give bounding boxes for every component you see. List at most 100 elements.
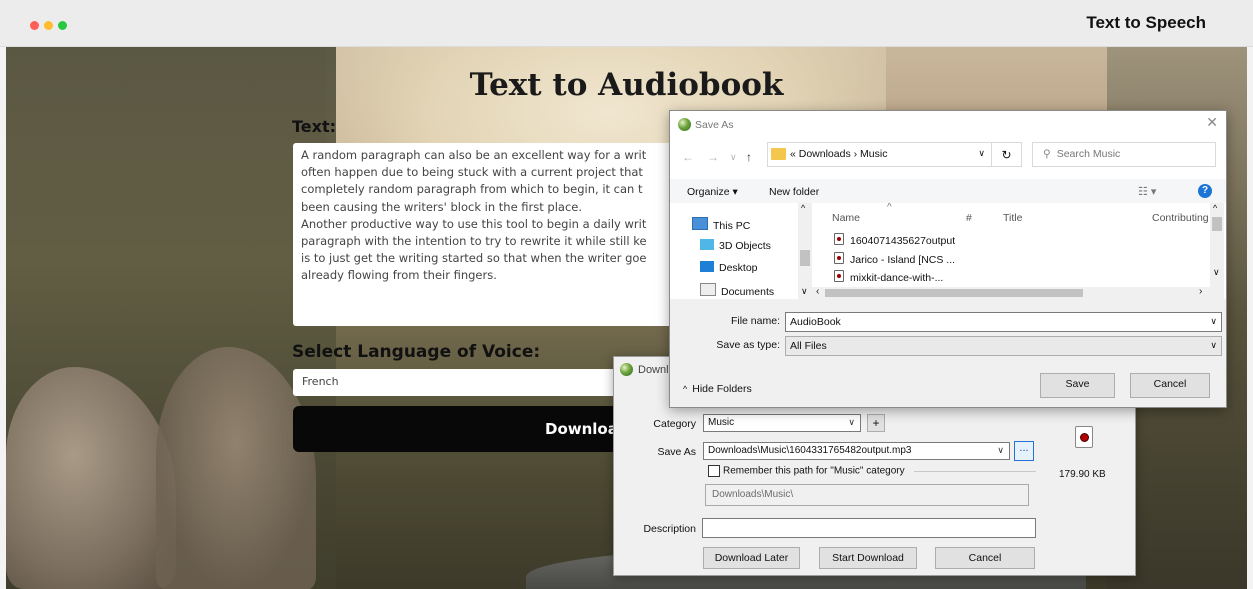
desktop-icon	[700, 261, 714, 272]
text-label: Text:	[292, 117, 337, 136]
sort-up-icon: ^	[887, 203, 892, 213]
file-name-label: File name:	[730, 315, 780, 327]
file-name-value: AudioBook	[790, 316, 841, 328]
view-options-icon[interactable]: ☷ ▾	[1138, 185, 1156, 198]
back-arrow-icon[interactable]: ←	[682, 150, 694, 164]
nav-item-label: This PC	[713, 220, 751, 232]
chevron-down-icon: ∨	[997, 445, 1004, 455]
nav-item-documents[interactable]: Documents	[700, 283, 774, 298]
nav-item-label: 3D Objects	[719, 240, 771, 252]
column-header-name[interactable]: Name	[832, 212, 860, 224]
chevron-down-icon[interactable]: ∨	[1210, 316, 1217, 327]
up-arrow-icon[interactable]: ↑	[746, 150, 752, 164]
browse-button[interactable]: ...	[1014, 441, 1034, 461]
path-field: Downloads\Music\	[705, 484, 1029, 506]
save-as-select[interactable]: Downloads\Music\1604331765482output.mp3 …	[703, 442, 1010, 460]
scrollbar-thumb[interactable]	[1212, 217, 1222, 231]
folder-icon	[771, 148, 786, 160]
description-input[interactable]	[702, 518, 1036, 538]
nav-item-this-pc[interactable]: This PC	[692, 217, 750, 232]
chevron-down-icon[interactable]: ∨	[978, 148, 985, 159]
help-icon[interactable]: ?	[1198, 184, 1212, 198]
search-icon: ⚲	[1043, 148, 1051, 160]
save-as-app-icon	[678, 118, 691, 131]
file-row[interactable]: Jarico - Island [NCS ...	[834, 252, 955, 266]
file-size: 179.90 KB	[1059, 469, 1106, 480]
scroll-down-icon[interactable]: ∨	[801, 286, 808, 297]
file-name: Jarico - Island [NCS ...	[850, 254, 956, 266]
scroll-left-icon[interactable]: ‹	[816, 286, 819, 297]
column-header-title[interactable]: Title	[1003, 212, 1022, 224]
file-row[interactable]: mixkit-dance-with-...	[834, 270, 943, 284]
cancel-button[interactable]: Cancel	[1130, 373, 1210, 398]
computer-icon	[692, 217, 708, 230]
remember-path-option[interactable]: Remember this path for "Music" category	[708, 465, 905, 477]
text-input-area[interactable]: A random paragraph can also be an excell…	[293, 143, 673, 326]
audio-file-icon	[1075, 426, 1093, 448]
chevron-up-icon: ^	[683, 384, 688, 394]
app-title: Text to Speech	[1086, 13, 1206, 32]
download-dialog-title: Downl	[638, 364, 669, 376]
file-row[interactable]: 1604071435627output	[834, 233, 955, 247]
save-options-panel: File name: AudioBook ∨ Save as type: All…	[670, 299, 1226, 407]
download-later-button[interactable]: Download Later	[703, 547, 800, 569]
nav-item-label: Desktop	[719, 262, 758, 274]
category-select[interactable]: Music ∨	[703, 414, 861, 432]
document-icon	[700, 283, 716, 296]
scroll-up-icon[interactable]: ^	[801, 203, 805, 213]
nav-scrollbar[interactable]: ^ ∨	[798, 203, 812, 299]
search-input[interactable]: ⚲ Search Music	[1032, 142, 1216, 167]
language-select[interactable]: French	[293, 369, 623, 396]
save-button[interactable]: Save	[1040, 373, 1115, 398]
organize-menu[interactable]: Organize ▾	[687, 186, 738, 198]
save-as-label: Save As	[657, 446, 696, 458]
column-header-contributing[interactable]: Contributing	[1152, 212, 1209, 224]
remember-path-checkbox[interactable]	[708, 465, 720, 477]
nav-item-desktop[interactable]: Desktop	[700, 261, 758, 274]
save-as-title: Save As	[695, 119, 734, 131]
minimize-dot-icon[interactable]	[44, 21, 53, 30]
history-chevron-icon[interactable]: ∨	[730, 152, 737, 163]
save-as-type-value: All Files	[790, 340, 827, 352]
window-titlebar: Text to Speech	[0, 0, 1253, 47]
download-manager-icon	[620, 363, 633, 376]
hide-folders-toggle[interactable]: ^ Hide Folders	[683, 383, 752, 395]
scrollbar-thumb[interactable]	[800, 250, 810, 266]
chevron-down-icon: ∨	[848, 417, 855, 427]
forward-arrow-icon[interactable]: →	[707, 150, 719, 164]
add-category-button[interactable]: +	[867, 414, 885, 432]
scroll-up-icon[interactable]: ^	[1213, 203, 1217, 213]
breadcrumb[interactable]: « Downloads › Music	[790, 148, 887, 160]
audio-file-icon	[834, 270, 844, 282]
nav-item-label: Documents	[721, 286, 775, 298]
file-name: mixkit-dance-with-...	[850, 272, 944, 284]
category-label: Category	[653, 418, 696, 430]
file-list: Name ^ # Title Contributing 160407143562…	[812, 203, 1225, 299]
nav-item-3d-objects[interactable]: 3D Objects	[700, 239, 771, 252]
close-icon[interactable]: ✕	[1206, 114, 1218, 131]
chevron-down-icon[interactable]: ∨	[1210, 340, 1217, 351]
scroll-right-icon[interactable]: ›	[1199, 286, 1202, 297]
close-dot-icon[interactable]	[30, 21, 39, 30]
start-download-button[interactable]: Start Download	[819, 547, 917, 569]
file-name-input[interactable]: AudioBook ∨	[785, 312, 1222, 332]
column-header-number[interactable]: #	[966, 212, 972, 224]
divider	[914, 471, 1036, 472]
page-title: Text to Audiobook	[469, 67, 784, 103]
new-folder-button[interactable]: New folder	[769, 186, 819, 198]
maximize-dot-icon[interactable]	[58, 21, 67, 30]
scroll-down-icon[interactable]: ∨	[1213, 267, 1220, 278]
address-bar[interactable]: « Downloads › Music ∨	[767, 142, 992, 167]
save-as-dialog: Save As ✕ ← → ∨ ↑ « Downloads › Music ∨ …	[669, 110, 1227, 408]
horizontal-scrollbar-thumb[interactable]	[825, 289, 1083, 297]
language-label: Select Language of Voice:	[292, 342, 541, 362]
save-as-type-select[interactable]: All Files ∨	[785, 336, 1222, 356]
description-label: Description	[643, 523, 696, 535]
search-placeholder: Search Music	[1056, 148, 1121, 160]
refresh-icon[interactable]: ↻	[992, 142, 1022, 167]
toolbar: Organize ▾ New folder ☷ ▾ ?	[670, 179, 1226, 203]
download-button[interactable]: Downloa	[293, 406, 623, 452]
category-value: Music	[708, 417, 735, 428]
file-list-scrollbar[interactable]: ^ ∨	[1210, 203, 1224, 299]
download-cancel-button[interactable]: Cancel	[935, 547, 1035, 569]
